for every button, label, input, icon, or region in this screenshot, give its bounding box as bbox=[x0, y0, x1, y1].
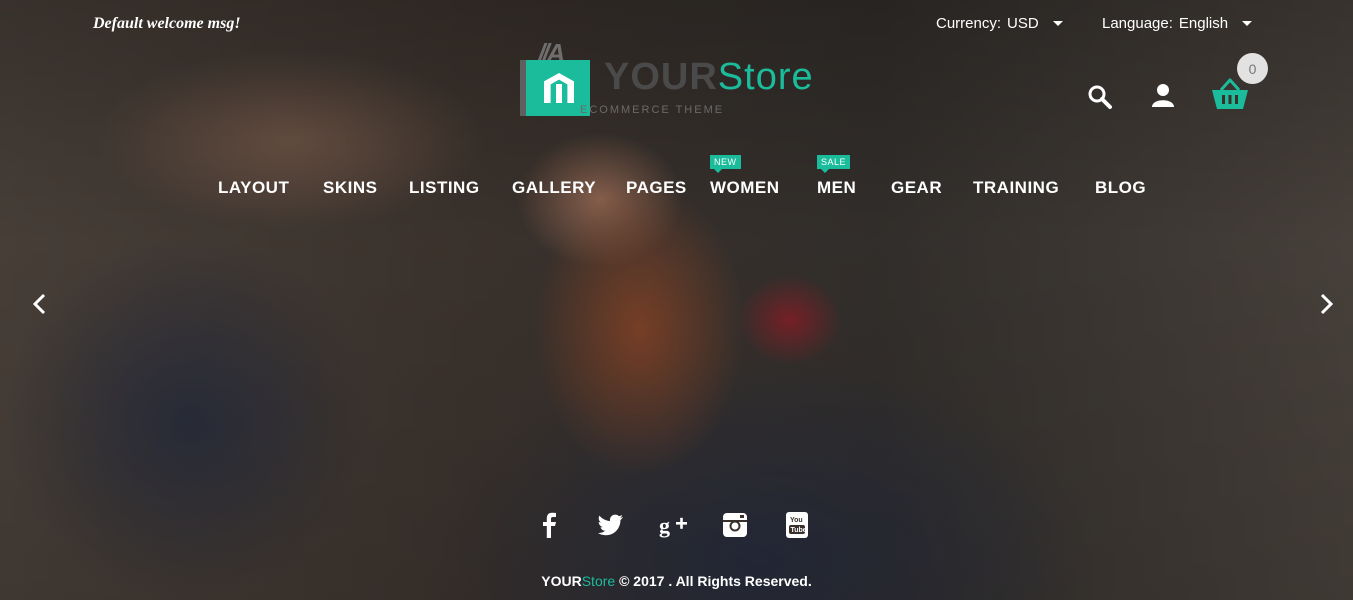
chevron-left-icon[interactable] bbox=[28, 292, 52, 316]
copyright-text: © 2017 . All Rights Reserved. bbox=[615, 573, 812, 589]
nav-item-gear[interactable]: GEAR bbox=[891, 178, 942, 198]
nav-item-pages[interactable]: PAGES bbox=[626, 178, 687, 198]
chevron-down-icon bbox=[1052, 21, 1063, 26]
youtube-icon[interactable]: You Tube bbox=[782, 510, 812, 540]
logo-your: YOUR bbox=[604, 56, 718, 98]
footer-brand-your: YOUR bbox=[541, 573, 582, 589]
chevron-down-icon bbox=[1242, 21, 1253, 26]
language-label: Language: bbox=[1102, 15, 1173, 32]
twitter-icon[interactable] bbox=[596, 510, 626, 540]
nav-item-blog[interactable]: BLOG bbox=[1095, 178, 1146, 198]
new-badge: NEW bbox=[710, 155, 741, 173]
nav-item-skins[interactable]: SKINS bbox=[323, 178, 377, 198]
search-icon[interactable] bbox=[1087, 84, 1113, 110]
nav-item-layout[interactable]: LAYOUT bbox=[218, 178, 289, 198]
user-icon[interactable] bbox=[1150, 83, 1176, 109]
language-value: English bbox=[1178, 15, 1229, 32]
welcome-message: Default welcome msg! bbox=[93, 15, 241, 32]
svg-text:g: g bbox=[659, 513, 670, 538]
svg-text:Tube: Tube bbox=[791, 527, 807, 534]
cart-count-badge[interactable]: 0 bbox=[1237, 53, 1268, 84]
store-logo[interactable]: //A YOURStore ECOMMERCE THEME bbox=[520, 38, 850, 122]
nav-item-men[interactable]: SALE MEN bbox=[817, 155, 856, 198]
logo-store: Store bbox=[717, 56, 814, 98]
svg-text:You: You bbox=[790, 517, 803, 524]
chevron-right-icon[interactable] bbox=[1314, 292, 1338, 316]
currency-value: USD bbox=[1007, 15, 1039, 32]
nav-item-women[interactable]: NEW WOMEN bbox=[710, 155, 780, 198]
nav-item-training[interactable]: TRAINING bbox=[973, 178, 1059, 198]
currency-switcher[interactable]: Currency: USD bbox=[936, 15, 1063, 32]
nav-item-listing[interactable]: LISTING bbox=[409, 178, 480, 198]
footer-brand-store: Store bbox=[581, 573, 616, 589]
logo-wordmark: YOURStore bbox=[604, 56, 814, 99]
instagram-icon[interactable] bbox=[720, 510, 750, 540]
copyright: YOURStore © 2017 . All Rights Reserved. bbox=[0, 573, 1353, 589]
google-plus-icon[interactable]: g bbox=[658, 510, 688, 540]
facebook-icon[interactable] bbox=[534, 510, 564, 540]
cart-icon[interactable] bbox=[1211, 78, 1249, 110]
nav-item-gallery[interactable]: GALLERY bbox=[512, 178, 596, 198]
currency-label: Currency: bbox=[936, 15, 1002, 32]
language-switcher[interactable]: Language: English bbox=[1102, 15, 1253, 32]
logo-tagline: ECOMMERCE THEME bbox=[580, 104, 725, 116]
sale-badge: SALE bbox=[817, 155, 851, 173]
